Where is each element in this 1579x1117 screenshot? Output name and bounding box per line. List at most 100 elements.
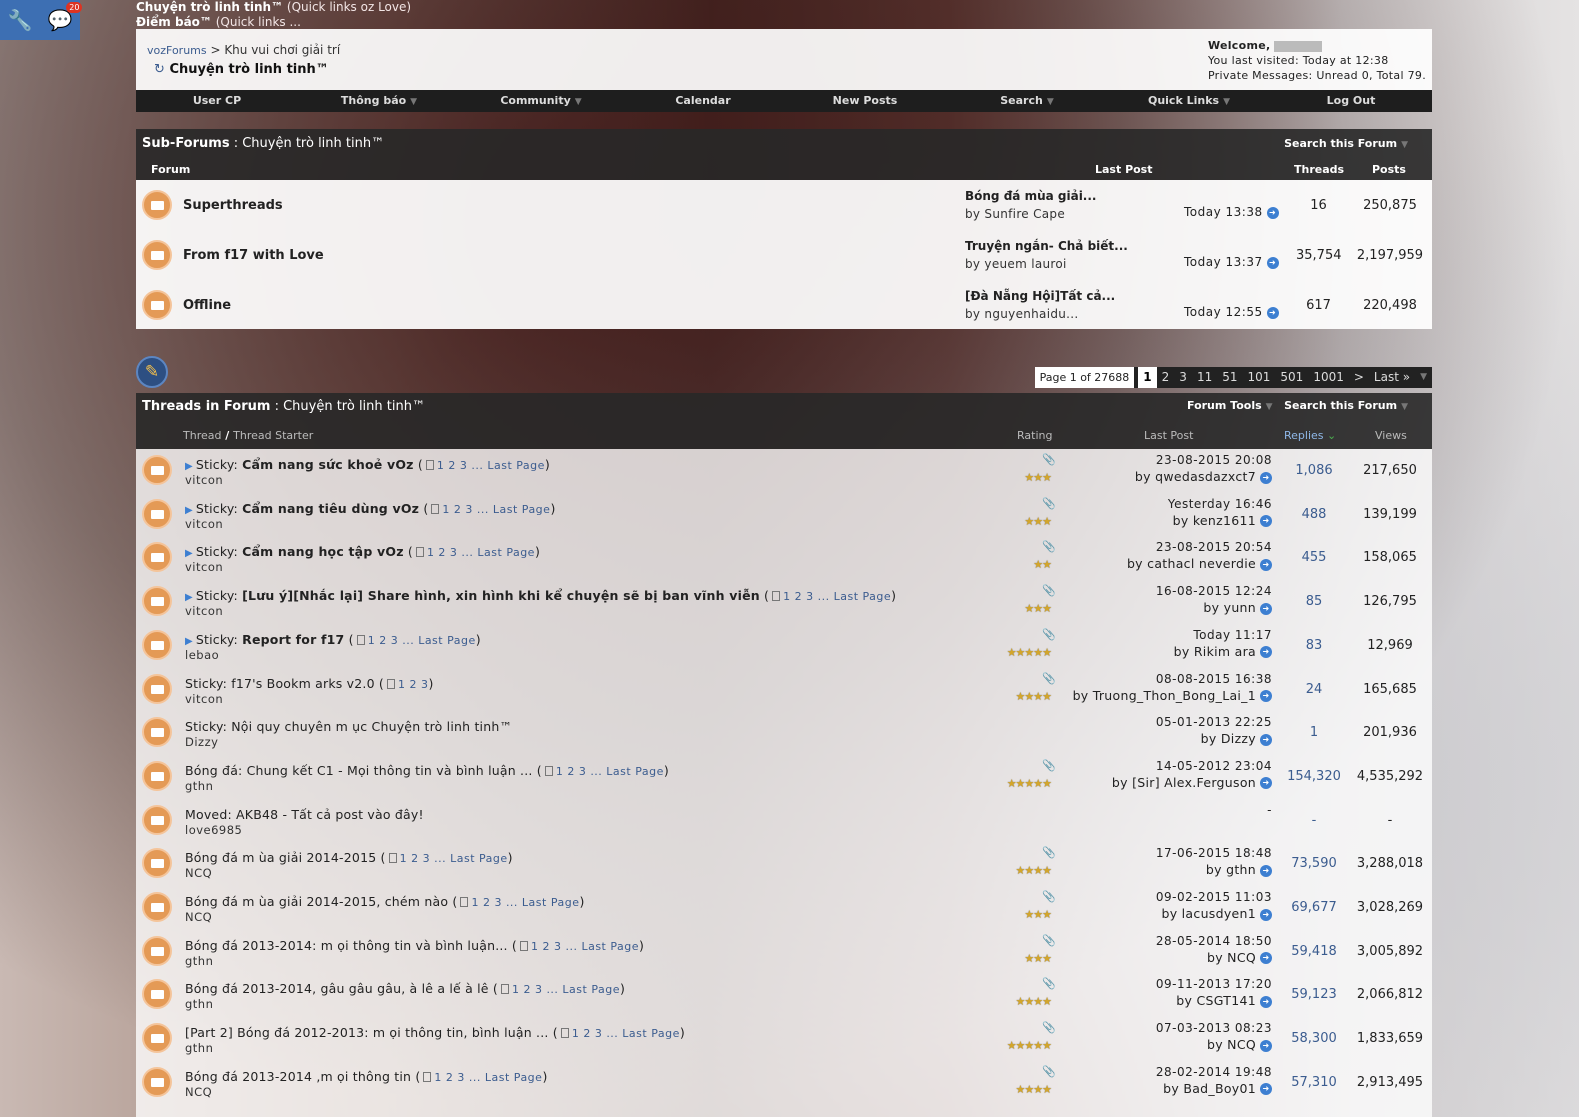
thread-starter[interactable]: vitcon — [185, 517, 223, 531]
quick-link-2[interactable]: Điểm báo™ — [136, 15, 212, 29]
thread-link[interactable]: Cẩm nang tiêu dùng vOz — [242, 501, 419, 516]
nav-calendar[interactable]: Calendar — [622, 90, 784, 112]
nav-log-out[interactable]: Log Out — [1270, 90, 1432, 112]
thread-link[interactable]: Bóng đá 2013-2014, gâu gâu gâu, à lê a l… — [185, 981, 489, 996]
page-links[interactable]: 1 2 3 ... Last Page — [572, 1027, 680, 1040]
go-to-last-post-icon[interactable]: ➜ — [1266, 206, 1279, 219]
page-links[interactable]: 1 2 3 ... Last Page — [400, 852, 508, 865]
thread-starter[interactable]: vitcon — [185, 473, 223, 487]
nav-user-cp[interactable]: User CP — [136, 90, 298, 112]
page-link[interactable]: 101 — [1243, 367, 1276, 388]
go-to-last-post-icon[interactable]: ➜ — [1260, 1083, 1272, 1096]
last-poster[interactable]: by Bad_Boy01 — [1163, 1081, 1256, 1096]
search-this-forum-button[interactable]: Search this Forum ▼ — [1284, 137, 1408, 150]
reply-count[interactable]: 59,418 — [1280, 944, 1348, 959]
reply-count[interactable]: 73,590 — [1280, 856, 1348, 871]
last-poster[interactable]: by Rikim ara — [1174, 644, 1256, 659]
page-links[interactable]: 1 2 3 ... Last Page — [471, 896, 579, 909]
breadcrumb-home-link[interactable]: vozForums — [147, 44, 207, 57]
thread-link[interactable]: [Part 2] Bóng đá 2012-2013: m ọi thông t… — [185, 1025, 549, 1040]
reply-count[interactable]: 455 — [1280, 550, 1348, 565]
last-poster[interactable]: by cathacl neverdie — [1127, 556, 1256, 571]
last-page-link[interactable]: Last » — [1369, 367, 1415, 388]
thread-link[interactable]: AKB48 - Tất cả post vào đây! — [236, 807, 424, 822]
reply-count[interactable]: 59,123 — [1280, 987, 1348, 1002]
go-to-last-post-icon[interactable]: ➜ — [1260, 690, 1272, 702]
page-link[interactable]: 11 — [1192, 367, 1217, 388]
thread-starter[interactable]: NCQ — [185, 866, 212, 880]
go-to-last-post-icon[interactable]: ➜ — [1260, 777, 1272, 790]
reply-count[interactable]: 488 — [1280, 507, 1348, 522]
thread-starter[interactable]: gthn — [185, 954, 213, 968]
subforum-link[interactable]: Superthreads — [183, 198, 283, 213]
go-to-last-post-icon[interactable]: ➜ — [1260, 515, 1272, 528]
breadcrumb-parent-link[interactable]: Khu vui chơi giải trí — [224, 43, 340, 57]
reply-count[interactable]: 83 — [1280, 638, 1348, 653]
go-to-last-post-icon[interactable]: ➜ — [1260, 646, 1272, 659]
quick-link-1[interactable]: Chuyện trò linh tinh™ — [136, 0, 283, 14]
last-poster[interactable]: by gthn — [1206, 862, 1256, 877]
last-poster[interactable]: by yunn — [1203, 600, 1256, 615]
next-page-link[interactable]: > — [1349, 367, 1369, 388]
thread-link[interactable]: Cẩm nang sức khoẻ vOz — [242, 457, 414, 472]
private-messages-link[interactable]: Private Messages: Unread 0, Total 79. — [1208, 68, 1426, 83]
last-poster[interactable]: by [Sir] Alex.Ferguson — [1112, 775, 1256, 790]
reply-count[interactable]: 69,677 — [1280, 900, 1348, 915]
page-link[interactable]: 1001 — [1308, 367, 1349, 388]
thread-starter[interactable]: gthn — [185, 1041, 213, 1055]
page-links[interactable]: 1 2 3 ... Last Page — [556, 765, 664, 778]
go-to-last-post-icon[interactable]: ➜ — [1260, 908, 1272, 921]
thread-starter[interactable]: gthn — [185, 997, 213, 1011]
reply-count[interactable]: 85 — [1280, 594, 1348, 609]
nav-announcements[interactable]: Thông báo ▼ — [298, 90, 460, 112]
search-this-forum-button[interactable]: Search this Forum ▼ — [1284, 399, 1408, 412]
thread-starter[interactable]: NCQ — [185, 1085, 212, 1099]
page-links[interactable]: 1 2 3 ... Last Page — [531, 940, 639, 953]
reply-count[interactable]: 1,086 — [1280, 463, 1348, 478]
reload-icon[interactable]: ↻ — [154, 62, 165, 77]
col-views[interactable]: Views — [1375, 429, 1407, 442]
subforum-link[interactable]: Offline — [183, 298, 231, 313]
thread-link[interactable]: Cẩm nang học tập vOz — [242, 544, 404, 559]
thread-starter[interactable]: Dizzy — [185, 735, 218, 749]
last-poster[interactable]: by Dizzy — [1201, 731, 1256, 746]
notifications-icon[interactable]: 💬 20 — [48, 2, 83, 32]
last-poster[interactable]: by CSGT141 — [1176, 993, 1256, 1008]
last-poster[interactable]: by qwedasdazxct7 — [1135, 469, 1256, 484]
subforum-link[interactable]: From f17 with Love — [183, 248, 324, 263]
forum-tools-button[interactable]: Forum Tools ▼ — [1187, 399, 1273, 412]
reply-count[interactable]: 57,310 — [1280, 1075, 1348, 1090]
thread-starter[interactable]: vitcon — [185, 604, 223, 618]
thread-starter[interactable]: love6985 — [185, 823, 242, 837]
reply-count[interactable]: 1 — [1280, 725, 1348, 740]
go-to-last-post-icon[interactable]: ➜ — [1260, 995, 1272, 1008]
thread-link[interactable]: Bóng đá 2013-2014 ,m ọi thông tin — [185, 1069, 411, 1084]
col-replies[interactable]: Replies ⌄ — [1284, 429, 1336, 442]
page-links[interactable]: 1 2 3 ... Last Page — [434, 1071, 542, 1084]
page-links[interactable]: 1 2 3 ... Last Page — [783, 590, 891, 603]
thread-starter[interactable]: vitcon — [185, 560, 223, 574]
thread-starter[interactable]: lebao — [185, 648, 219, 662]
reply-count[interactable]: - — [1280, 813, 1348, 828]
thread-link[interactable]: Bóng đá: Chung kết C1 - Mọi thông tin và… — [185, 763, 533, 778]
last-poster[interactable]: by NCQ — [1207, 1037, 1256, 1052]
username-blurred[interactable] — [1274, 40, 1323, 52]
go-to-last-post-icon[interactable]: ➜ — [1260, 558, 1272, 571]
page-jump-caret-icon[interactable]: ▼ — [1415, 367, 1432, 388]
thread-link[interactable]: Report for f17 — [242, 632, 344, 647]
go-to-last-post-icon[interactable]: ➜ — [1266, 256, 1279, 269]
go-to-last-post-icon[interactable]: ➜ — [1260, 602, 1272, 615]
page-links[interactable]: 1 2 3 ... Last Page — [368, 634, 476, 647]
last-poster[interactable]: by Truong_Thon_Bong_Lai_1 — [1073, 688, 1256, 703]
last-post-link[interactable]: [Đà Nẵng Hội]Tất cả... — [965, 289, 1115, 303]
last-post-link[interactable]: Bóng đá mùa giải... — [965, 189, 1096, 203]
col-rating[interactable]: Rating — [1017, 429, 1052, 442]
thread-link[interactable]: [Lưu ý][Nhắc lại] Share hình, xin hình k… — [242, 588, 760, 603]
page-links[interactable]: 1 2 3 ... Last Page — [512, 983, 620, 996]
wrench-icon[interactable]: 🔧 — [8, 8, 33, 32]
thread-link[interactable]: Nội quy chuyên m ục Chuyện trò linh tinh… — [231, 719, 512, 734]
thread-link[interactable]: Bóng đá m ùa giải 2014-2015, chém nào — [185, 894, 448, 909]
page-link[interactable]: 2 — [1157, 367, 1175, 388]
page-link[interactable]: 51 — [1217, 367, 1242, 388]
go-to-last-post-icon[interactable]: ➜ — [1260, 471, 1272, 484]
